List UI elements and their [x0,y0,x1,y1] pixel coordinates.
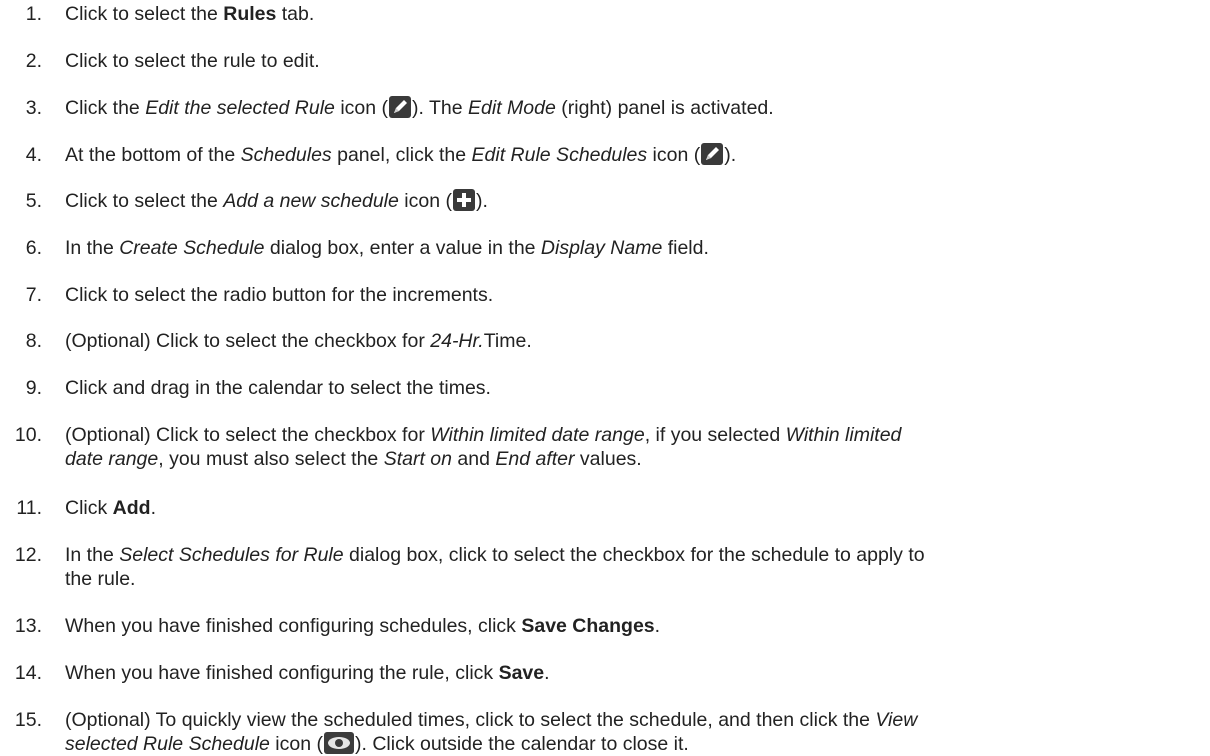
step-number: 5. [25,190,42,212]
ui-term-italic: Edit the selected Rule [145,97,335,119]
step-text-run: In the [65,237,120,259]
pencil-icon [389,96,412,118]
step-text-run: In the [65,544,120,566]
ui-term-italic: selected Rule Schedule [65,733,270,755]
step-text-run: Click to select the [65,190,224,212]
step-text-run: Click the [65,97,146,119]
step-number: 14. [14,662,42,684]
step-number: 10. [14,424,42,446]
step-text-run: values. [574,448,642,470]
step-text-run: (right) panel is activated. [555,97,774,119]
ui-label-bold: Save Changes [521,615,655,637]
step-text: When you have finished configuring the r… [65,661,1200,685]
ui-term-italic: Display Name [540,237,663,259]
step-text: When you have finished configuring sched… [65,614,1200,638]
step-text: Click Add. [65,496,1200,520]
step-number: 8. [25,330,42,352]
step-text-run: When you have finished configuring the r… [65,662,499,684]
step-text-run: ). Click outside the calendar to close i… [355,733,689,755]
step-text-line: (Optional) Click to select the checkbox … [65,423,1200,447]
step-text-run: (Optional) Click to select the checkbox … [65,330,431,352]
step-text: Click to select the Add a new schedule i… [65,189,1200,213]
step-text-run: Time. [483,330,532,352]
step-text-run: (Optional) Click to select the checkbox … [65,424,431,446]
step-text-run: Click [65,497,113,519]
step-text-line: date range, you must also select the Sta… [65,447,1200,471]
step-text-run: dialog box, enter a value in the [264,237,541,259]
step-text: (Optional) Click to select the checkbox … [65,423,1200,471]
step-text-run: icon ( [398,190,452,212]
step-text-run: . [654,615,661,637]
step-text-run: At the bottom of the [65,144,241,166]
ui-term-italic: End after [495,448,575,470]
ui-term-italic: Create Schedule [119,237,265,259]
step-number: 4. [25,144,42,166]
step-text: At the bottom of the Schedules panel, cl… [65,143,1200,167]
step-text-run: ). [475,190,488,212]
ui-term-italic: Add a new schedule [223,190,399,212]
step-text-run: the rule. [65,568,136,590]
step-text-run: field. [662,237,709,259]
step-number: 3. [25,97,42,119]
ui-label-bold: Rules [223,3,277,25]
step-text-run: . [150,497,156,519]
ui-term-italic: Edit Mode [468,97,556,119]
step-text: (Optional) Click to select the checkbox … [65,329,1200,353]
ui-term-italic: Within limited [785,424,902,446]
step-text-run: Click to select the [65,3,224,25]
step-text: Click to select the rule to edit. [65,49,1200,73]
step-text-line: the rule. [65,567,1200,591]
step-text-line: In the Select Schedules for Rule dialog … [65,543,1200,567]
step-text: Click to select the radio button for the… [65,283,1200,307]
step-text: Click and drag in the calendar to select… [65,376,1200,400]
step-text: In the Select Schedules for Rule dialog … [65,543,1200,591]
ui-term-italic: Edit Rule Schedules [471,144,648,166]
step-text-run: , if you selected [644,424,786,446]
step-text-run: and [452,448,496,470]
step-text-run: dialog box, click to select the checkbox… [343,544,925,566]
step-text-line: selected Rule Schedule icon ( ). Click ou… [65,732,1200,756]
step-text-run: (Optional) To quickly view the scheduled… [65,709,876,731]
step-text-run: When you have finished configuring sched… [65,615,522,637]
step-number: 11. [16,497,42,519]
plus-icon [452,189,475,211]
step-text-run: . [544,662,550,684]
step-text-run: Click and drag in the calendar to select… [65,377,491,399]
step-text-run: icon ( [269,733,323,755]
step-text: (Optional) To quickly view the scheduled… [65,708,1200,756]
step-number: 7. [25,284,42,306]
ui-term-italic: Within limited date range [430,424,645,446]
step-text-run: ). [724,144,737,166]
step-text-run: , you must also select the [158,448,384,470]
step-text: Click to select the Rules tab. [65,2,1200,26]
step-number: 13. [14,615,42,637]
step-number: 6. [25,237,42,259]
step-text-run: Click to select the radio button for the… [65,284,494,306]
step-text-run: ). The [412,97,469,119]
step-text: In the Create Schedule dialog box, enter… [65,236,1200,260]
step-text-run: icon ( [647,144,701,166]
step-text: Click the Edit the selected Rule icon ()… [65,96,1200,120]
eye-icon [324,732,354,754]
pencil-icon [701,143,724,165]
step-number: 9. [25,377,42,399]
ui-term-italic: date range [65,448,159,470]
step-text-run: icon ( [334,97,389,119]
ui-label-bold: Add [112,497,151,519]
ui-label-bold: Save [498,662,545,684]
step-text-run: panel, click the [331,144,472,166]
ui-term-italic: 24-Hr. [430,330,484,352]
step-number: 15. [14,709,42,731]
ui-term-italic: View [875,709,918,731]
step-number: 12. [14,544,42,566]
step-text-run: tab. [276,3,315,25]
step-number: 2. [25,50,42,72]
step-number: 1. [25,3,42,25]
ui-term-italic: Start on [383,448,452,470]
step-text-run: Click to select the rule to edit. [65,50,320,72]
ui-term-italic: Schedules [240,144,332,166]
ui-term-italic: Select Schedules for Rule [119,544,344,566]
step-text-line: (Optional) To quickly view the scheduled… [65,708,1200,732]
